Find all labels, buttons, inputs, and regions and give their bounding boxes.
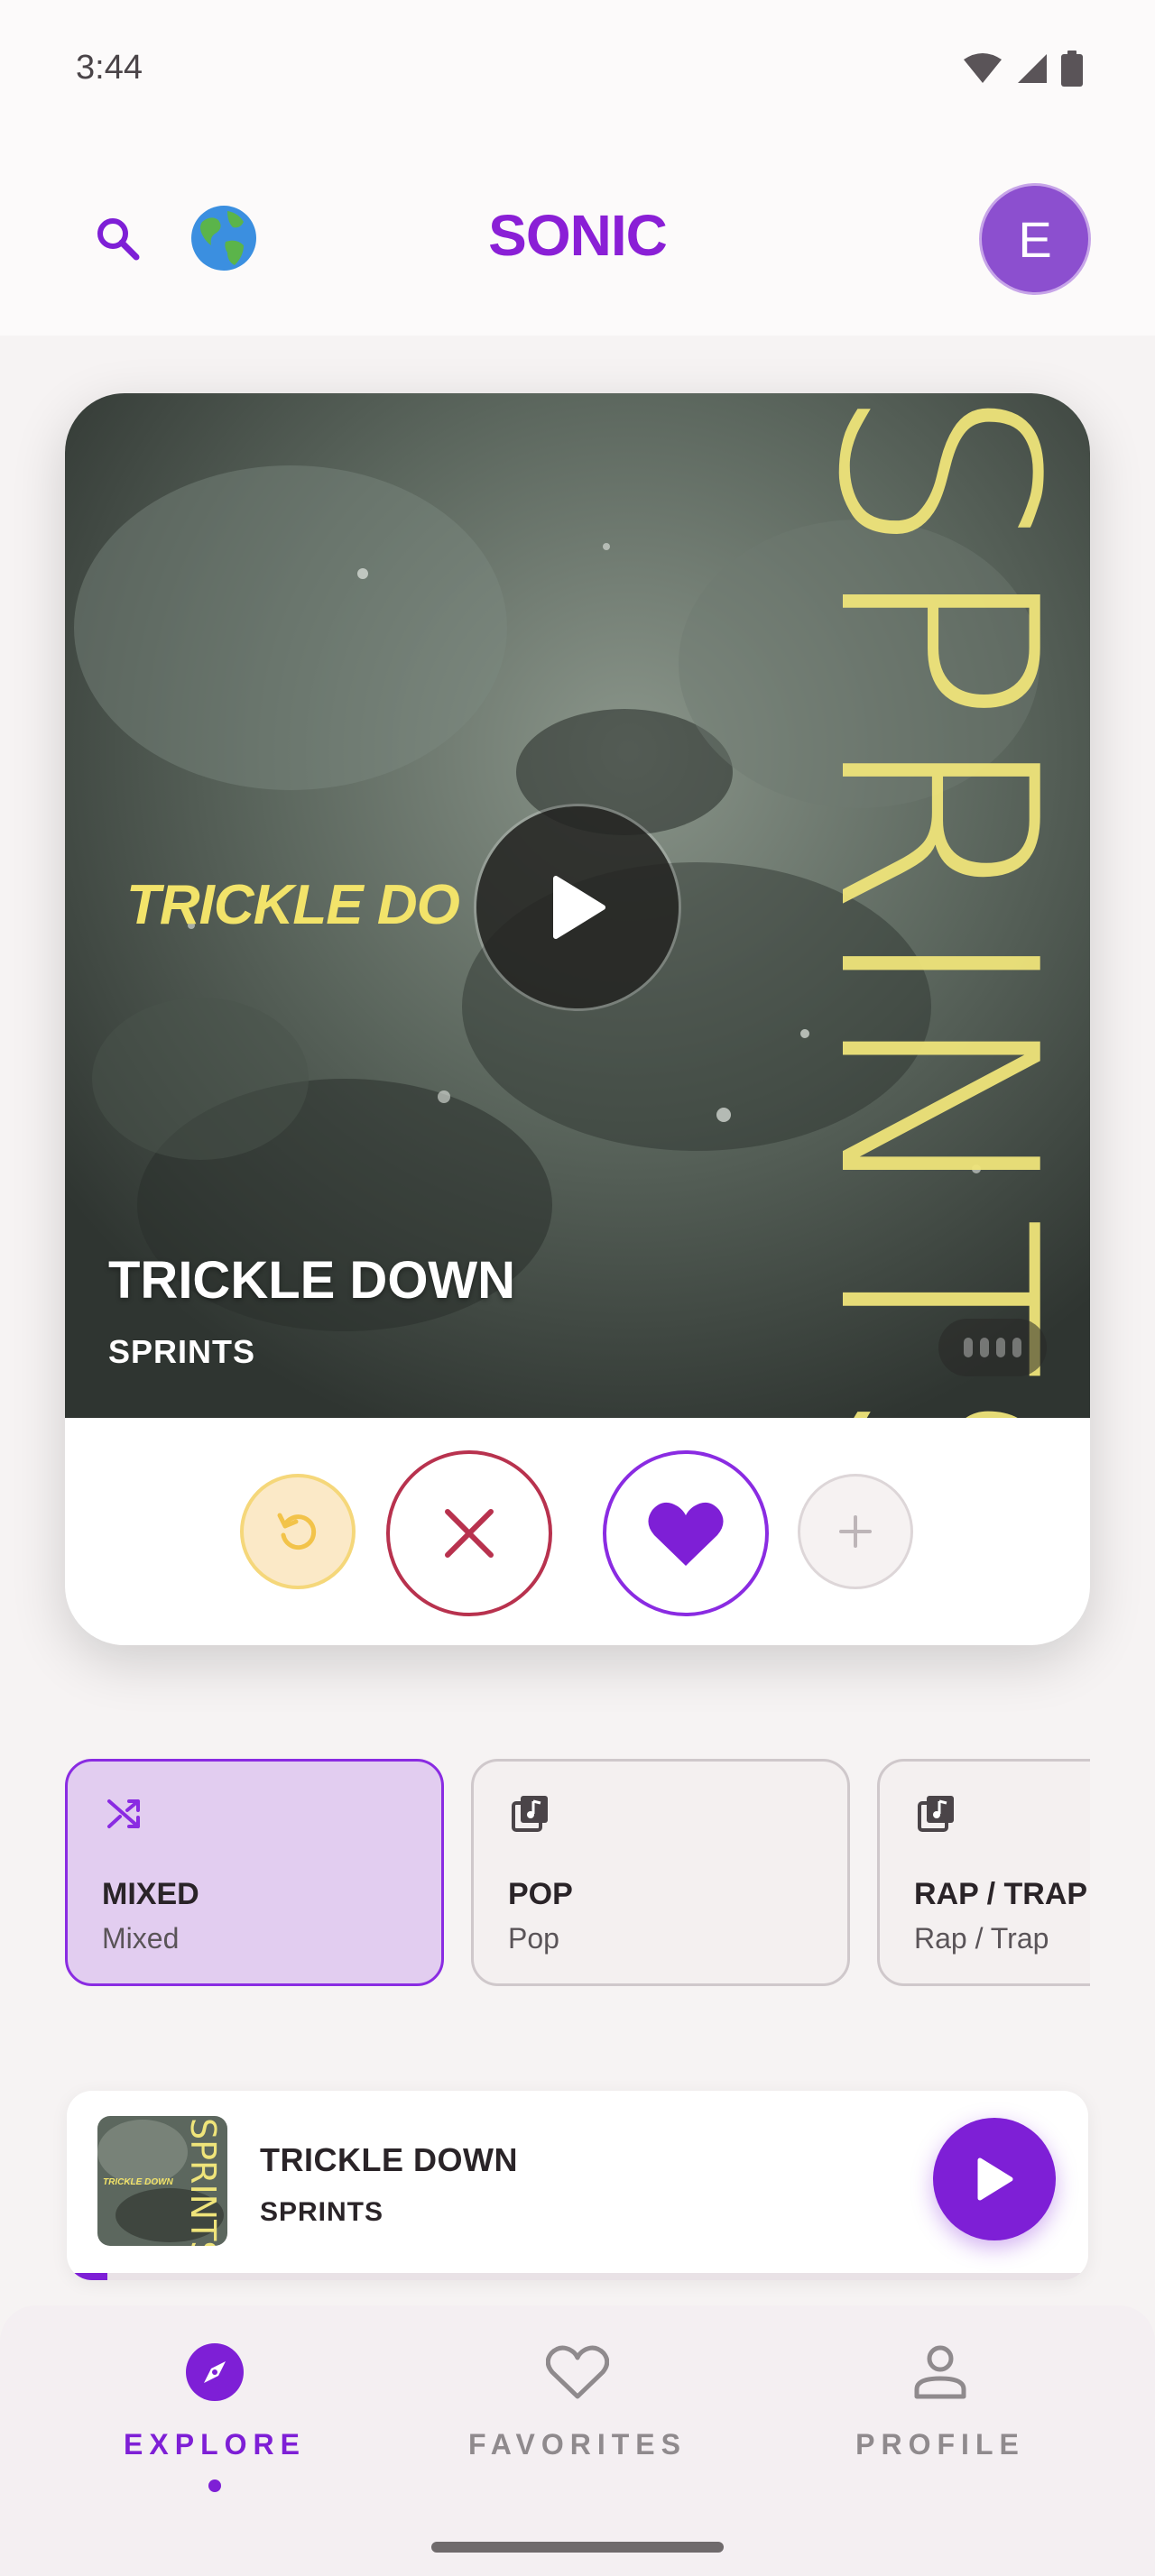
- nav-label: PROFILE: [855, 2428, 1025, 2461]
- genre-chip-mixed[interactable]: MIXED Mixed: [65, 1759, 444, 1986]
- genre-name: RAP / TRAP: [914, 1877, 1088, 1911]
- play-icon: [553, 876, 605, 939]
- card-actions: [65, 1418, 1090, 1645]
- artwork-title-text: TRICKLE DO: [126, 874, 460, 936]
- heart-icon: [648, 1502, 724, 1566]
- genre-subtitle: Rap / Trap: [914, 1922, 1049, 1955]
- plus-icon: [839, 1515, 872, 1548]
- status-bar: 3:44: [0, 0, 1155, 135]
- avatar[interactable]: E: [982, 186, 1088, 292]
- nav-profile[interactable]: PROFILE: [787, 2336, 1094, 2498]
- undo-button[interactable]: [240, 1474, 356, 1589]
- now-playing-thumbnail: TRICKLE DOWN SPRINTS: [97, 2116, 227, 2246]
- genre-selector: MIXED Mixed POP Pop RAP / TRAP Rap / Tra…: [65, 1759, 1090, 1986]
- now-playing-play-button[interactable]: [933, 2118, 1056, 2240]
- bottom-navigation: EXPLORE FAVORITES PROFILE: [0, 2305, 1155, 2576]
- status-time: 3:44: [76, 49, 143, 87]
- nav-favorites[interactable]: FAVORITES: [424, 2336, 731, 2498]
- like-button[interactable]: [603, 1450, 769, 1616]
- person-icon: [914, 2345, 966, 2399]
- track-card[interactable]: TRICKLE DO SPRINTS TRICKLE DOWN SPRINTS: [65, 393, 1090, 1645]
- album-artwork: TRICKLE DO SPRINTS TRICKLE DOWN SPRINTS: [65, 393, 1090, 1418]
- thumbnail-title-text: TRICKLE DOWN: [103, 2177, 174, 2187]
- genre-chip-rap-trap[interactable]: RAP / TRAP Rap / Trap: [877, 1759, 1090, 1986]
- thumbnail-artist-text: SPRINTS: [183, 2118, 223, 2246]
- wifi-icon: [964, 53, 1002, 83]
- close-icon: [445, 1509, 494, 1558]
- active-indicator: [208, 2479, 221, 2492]
- play-preview-button[interactable]: [476, 806, 679, 1008]
- now-playing-artist: SPRINTS: [260, 2197, 384, 2227]
- status-icons: [962, 51, 1083, 87]
- artwork-artist-text: SPRINTS: [779, 393, 1090, 1418]
- nav-label: FAVORITES: [468, 2428, 687, 2461]
- genre-subtitle: Pop: [508, 1922, 559, 1955]
- genre-name: MIXED: [102, 1877, 199, 1911]
- genre-chip-pop[interactable]: POP Pop: [471, 1759, 850, 1986]
- shuffle-icon: [107, 1799, 140, 1828]
- now-playing-bar[interactable]: TRICKLE DOWN SPRINTS TRICKLE DOWN SPRINT…: [67, 2091, 1088, 2280]
- battery-icon: [1061, 51, 1083, 87]
- add-to-playlist-button[interactable]: [798, 1474, 913, 1589]
- compass-icon: [186, 2343, 244, 2401]
- page-indicator: [938, 1319, 1047, 1376]
- signal-icon: [1018, 54, 1047, 83]
- track-title: TRICKLE DOWN: [108, 1251, 516, 1310]
- genre-subtitle: Mixed: [102, 1922, 180, 1955]
- music-library-icon: [512, 1796, 548, 1832]
- track-artist: SPRINTS: [108, 1333, 256, 1370]
- app-bar: SONIC E: [0, 135, 1155, 336]
- play-icon: [977, 2157, 1013, 2201]
- nav-label: EXPLORE: [124, 2428, 306, 2461]
- playback-progress[interactable]: [67, 2273, 1088, 2280]
- playback-progress-fill: [67, 2273, 108, 2280]
- now-playing-title: TRICKLE DOWN: [260, 2141, 518, 2178]
- nav-explore[interactable]: EXPLORE: [61, 2336, 368, 2498]
- heart-outline-icon: [546, 2345, 609, 2399]
- undo-icon: [277, 1513, 317, 1550]
- home-indicator[interactable]: [431, 2542, 724, 2553]
- music-library-icon: [918, 1796, 954, 1832]
- dislike-button[interactable]: [386, 1450, 552, 1616]
- genre-name: POP: [508, 1877, 573, 1911]
